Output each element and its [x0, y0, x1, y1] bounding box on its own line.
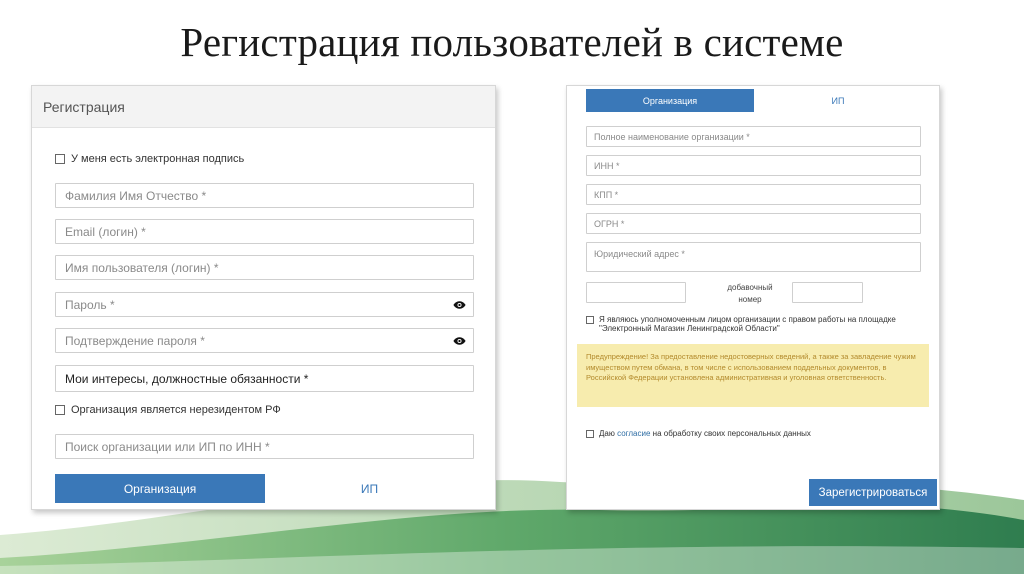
org-search-input[interactable]: Поиск организации или ИП по ИНН * — [55, 434, 474, 459]
signature-checkbox[interactable] — [55, 154, 65, 164]
org-name-input[interactable]: Полное наименование организации * — [586, 126, 921, 147]
slide-title: Регистрация пользователей в системе — [180, 19, 844, 65]
consent-checkbox[interactable] — [586, 430, 594, 438]
tab-organization[interactable]: Организация — [55, 474, 265, 503]
nonresident-checkbox-row[interactable]: Организация является нерезидентом РФ — [55, 404, 281, 416]
eye-icon[interactable] — [453, 336, 466, 346]
password-input[interactable]: Пароль * — [55, 292, 474, 317]
password-confirm-input[interactable]: Подтверждение пароля * — [55, 328, 474, 353]
registration-form-panel: Регистрация У меня есть электронная подп… — [31, 85, 496, 510]
inn-input[interactable]: ИНН * — [586, 155, 921, 176]
warning-text: Предупреждение! За предоставление недост… — [586, 352, 916, 382]
tab-ip[interactable]: ИП — [265, 474, 474, 503]
authorized-checkbox-label: Я являюсь уполномоченным лицом организац… — [599, 315, 896, 324]
phone-input[interactable] — [586, 282, 686, 303]
organization-form-panel: Организация ИП Полное наименование орган… — [566, 85, 940, 510]
consent-link[interactable]: согласие — [617, 429, 650, 438]
email-input[interactable]: Email (логин) * — [55, 219, 474, 244]
interests-select[interactable]: Мои интересы, должностные обязанности * — [55, 365, 474, 392]
registration-header: Регистрация — [32, 86, 495, 128]
signature-checkbox-row[interactable]: У меня есть электронная подпись — [55, 153, 244, 165]
ogrn-input[interactable]: ОГРН * — [586, 213, 921, 234]
nonresident-checkbox-label: Организация является нерезидентом РФ — [71, 404, 281, 416]
signature-checkbox-label: У меня есть электронная подпись — [71, 153, 245, 165]
consent-checkbox-row[interactable]: Даю согласие на обработку своих персонал… — [586, 429, 811, 438]
warning-box: Предупреждение! За предоставление недост… — [577, 344, 929, 407]
eye-icon[interactable] — [453, 300, 466, 310]
extension-label: добавочный номер — [727, 283, 773, 304]
tab-organization[interactable]: Организация — [586, 89, 754, 112]
authorized-checkbox-label-line2: "Электронный Магазин Ленинградской Облас… — [599, 324, 780, 333]
authorized-checkbox-row[interactable]: Я являюсь уполномоченным лицом организац… — [586, 315, 896, 333]
extension-input[interactable] — [792, 282, 863, 303]
username-input[interactable]: Имя пользователя (логин) * — [55, 255, 474, 280]
registration-header-title: Регистрация — [43, 99, 125, 115]
tab-ip[interactable]: ИП — [754, 89, 922, 112]
register-button[interactable]: Зарегистрироваться — [809, 479, 937, 506]
kpp-input[interactable]: КПП * — [586, 184, 921, 205]
legal-address-textarea[interactable]: Юридический адрес * — [586, 242, 921, 272]
full-name-input[interactable]: Фамилия Имя Отчество * — [55, 183, 474, 208]
authorized-checkbox[interactable] — [586, 316, 594, 324]
nonresident-checkbox[interactable] — [55, 405, 65, 415]
